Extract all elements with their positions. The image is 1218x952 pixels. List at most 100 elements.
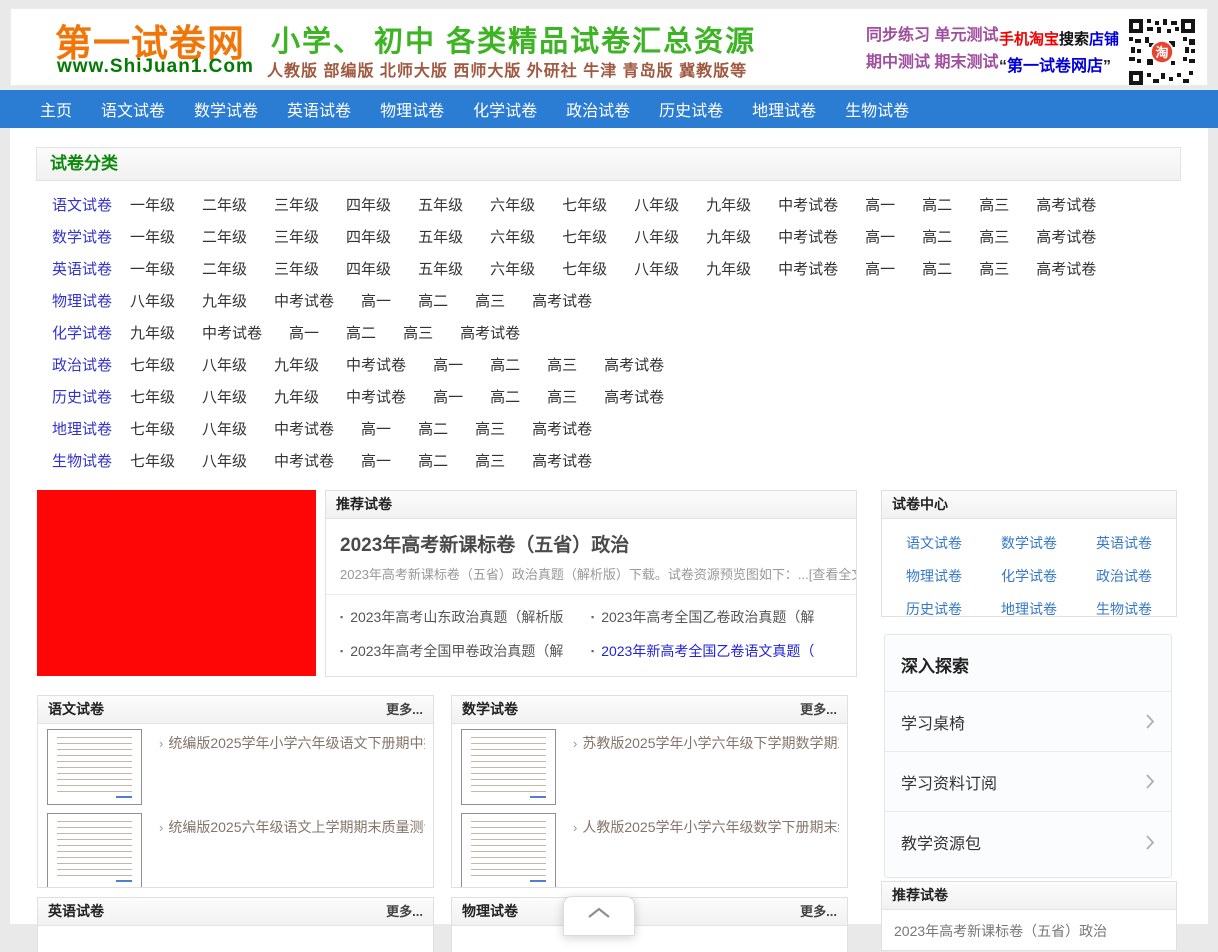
paper-link[interactable]: ›统编版2025六年级语文上学期期末质量测试卷 [159,819,425,835]
category-subject-link[interactable]: 生物试卷 [52,446,130,478]
paper-center-link[interactable]: 生物试卷 [1096,593,1177,617]
paper-center-link[interactable]: 英语试卷 [1096,527,1177,560]
explore-item[interactable]: 学习桌椅 [885,692,1171,752]
category-grade-link[interactable]: 中考试卷 [274,286,334,318]
category-grade-link[interactable]: 八年级 [130,286,175,318]
more-link[interactable]: 更多... [800,696,837,723]
paper-thumbnail[interactable] [47,729,142,805]
category-grade-link[interactable]: 中考试卷 [346,350,406,382]
featured-paper-title[interactable]: 2023年高考新课标卷（五省）政治 [340,530,842,557]
category-grade-link[interactable]: 中考试卷 [778,254,838,286]
category-grade-link[interactable]: 六年级 [490,222,535,254]
category-grade-link[interactable]: 高一 [361,286,391,318]
recommend-link[interactable]: ▪2023年新高考全国乙卷语文真题（ [591,641,842,661]
category-grade-link[interactable]: 九年级 [706,222,751,254]
category-grade-link[interactable]: 高一 [865,254,895,286]
category-grade-link[interactable]: 八年级 [634,222,679,254]
category-grade-link[interactable]: 高三 [475,446,505,478]
category-grade-link[interactable]: 中考试卷 [778,190,838,222]
category-grade-link[interactable]: 九年级 [706,254,751,286]
category-subject-link[interactable]: 英语试卷 [52,254,130,286]
category-grade-link[interactable]: 高二 [490,350,520,382]
category-grade-link[interactable]: 七年级 [562,190,607,222]
category-subject-link[interactable]: 化学试卷 [52,318,130,350]
recommend-link[interactable]: ▪2023年高考全国乙卷政治真题（解 [591,607,842,627]
category-grade-link[interactable]: 四年级 [346,222,391,254]
category-subject-link[interactable]: 数学试卷 [52,222,130,254]
category-grade-link[interactable]: 三年级 [274,222,319,254]
category-grade-link[interactable]: 一年级 [130,190,175,222]
category-grade-link[interactable]: 八年级 [634,190,679,222]
category-subject-link[interactable]: 历史试卷 [52,382,130,414]
paper-center-link[interactable]: 语文试卷 [906,527,1001,560]
nav-item[interactable]: 政治试卷 [566,97,630,121]
category-grade-link[interactable]: 中考试卷 [778,222,838,254]
category-grade-link[interactable]: 七年级 [130,382,175,414]
explore-item[interactable]: 学习资料订阅 [885,752,1171,812]
paper-thumbnail[interactable] [461,729,556,805]
paper-center-link[interactable]: 历史试卷 [906,593,1001,617]
category-grade-link[interactable]: 七年级 [130,414,175,446]
category-grade-link[interactable]: 高一 [865,190,895,222]
category-grade-link[interactable]: 九年级 [706,190,751,222]
nav-item[interactable]: 语文试卷 [101,97,165,121]
category-grade-link[interactable]: 四年级 [346,190,391,222]
category-grade-link[interactable]: 九年级 [274,350,319,382]
category-grade-link[interactable]: 高一 [433,350,463,382]
paper-link[interactable]: ›统编版2025学年小学六年级语文下册期中提优测 [159,735,425,751]
category-grade-link[interactable]: 二年级 [202,222,247,254]
category-grade-link[interactable]: 高三 [979,222,1009,254]
category-grade-link[interactable]: 六年级 [490,190,535,222]
category-grade-link[interactable]: 高考试卷 [1036,190,1096,222]
category-grade-link[interactable]: 高三 [403,318,433,350]
category-grade-link[interactable]: 高一 [361,446,391,478]
paper-thumbnail[interactable] [461,813,556,888]
category-grade-link[interactable]: 高考试卷 [532,446,592,478]
category-grade-link[interactable]: 八年级 [202,446,247,478]
category-grade-link[interactable]: 高一 [865,222,895,254]
category-grade-link[interactable]: 一年级 [130,222,175,254]
category-grade-link[interactable]: 高考试卷 [604,350,664,382]
category-grade-link[interactable]: 四年级 [346,254,391,286]
category-grade-link[interactable]: 九年级 [130,318,175,350]
category-grade-link[interactable]: 五年级 [418,254,463,286]
paper-center-link[interactable]: 物理试卷 [906,560,1001,593]
category-grade-link[interactable]: 中考试卷 [346,382,406,414]
category-grade-link[interactable]: 高三 [979,254,1009,286]
category-grade-link[interactable]: 三年级 [274,254,319,286]
more-link[interactable]: 更多... [386,898,423,925]
category-grade-link[interactable]: 八年级 [202,414,247,446]
category-grade-link[interactable]: 中考试卷 [202,318,262,350]
paper-link[interactable]: ›苏教版2025学年小学六年级下学期数学期末测试 [573,735,839,751]
category-grade-link[interactable]: 八年级 [634,254,679,286]
category-grade-link[interactable]: 高考试卷 [532,414,592,446]
category-grade-link[interactable]: 高二 [346,318,376,350]
category-grade-link[interactable]: 高一 [361,414,391,446]
category-subject-link[interactable]: 政治试卷 [52,350,130,382]
category-grade-link[interactable]: 高二 [922,254,952,286]
category-grade-link[interactable]: 六年级 [490,254,535,286]
category-grade-link[interactable]: 高二 [490,382,520,414]
category-grade-link[interactable]: 二年级 [202,254,247,286]
category-grade-link[interactable]: 高考试卷 [460,318,520,350]
category-grade-link[interactable]: 五年级 [418,222,463,254]
category-grade-link[interactable]: 二年级 [202,190,247,222]
category-grade-link[interactable]: 三年级 [274,190,319,222]
category-grade-link[interactable]: 高二 [922,222,952,254]
nav-item[interactable]: 主页 [40,97,72,121]
paper-center-link[interactable]: 数学试卷 [1001,527,1096,560]
category-grade-link[interactable]: 高考试卷 [604,382,664,414]
more-link[interactable]: 更多... [386,696,423,723]
category-grade-link[interactable]: 七年级 [562,222,607,254]
paper-thumbnail[interactable] [47,813,142,888]
more-link[interactable]: 更多... [800,898,837,925]
category-grade-link[interactable]: 高考试卷 [532,286,592,318]
banner-placeholder[interactable] [37,490,316,676]
nav-item[interactable]: 化学试卷 [473,97,537,121]
category-grade-link[interactable]: 高一 [289,318,319,350]
nav-item[interactable]: 数学试卷 [194,97,258,121]
recommend-sidebar-item[interactable]: 2023年高考新课标卷（五省）政治 [882,910,1176,941]
nav-item[interactable]: 地理试卷 [752,97,816,121]
category-grade-link[interactable]: 高二 [418,446,448,478]
category-grade-link[interactable]: 七年级 [562,254,607,286]
